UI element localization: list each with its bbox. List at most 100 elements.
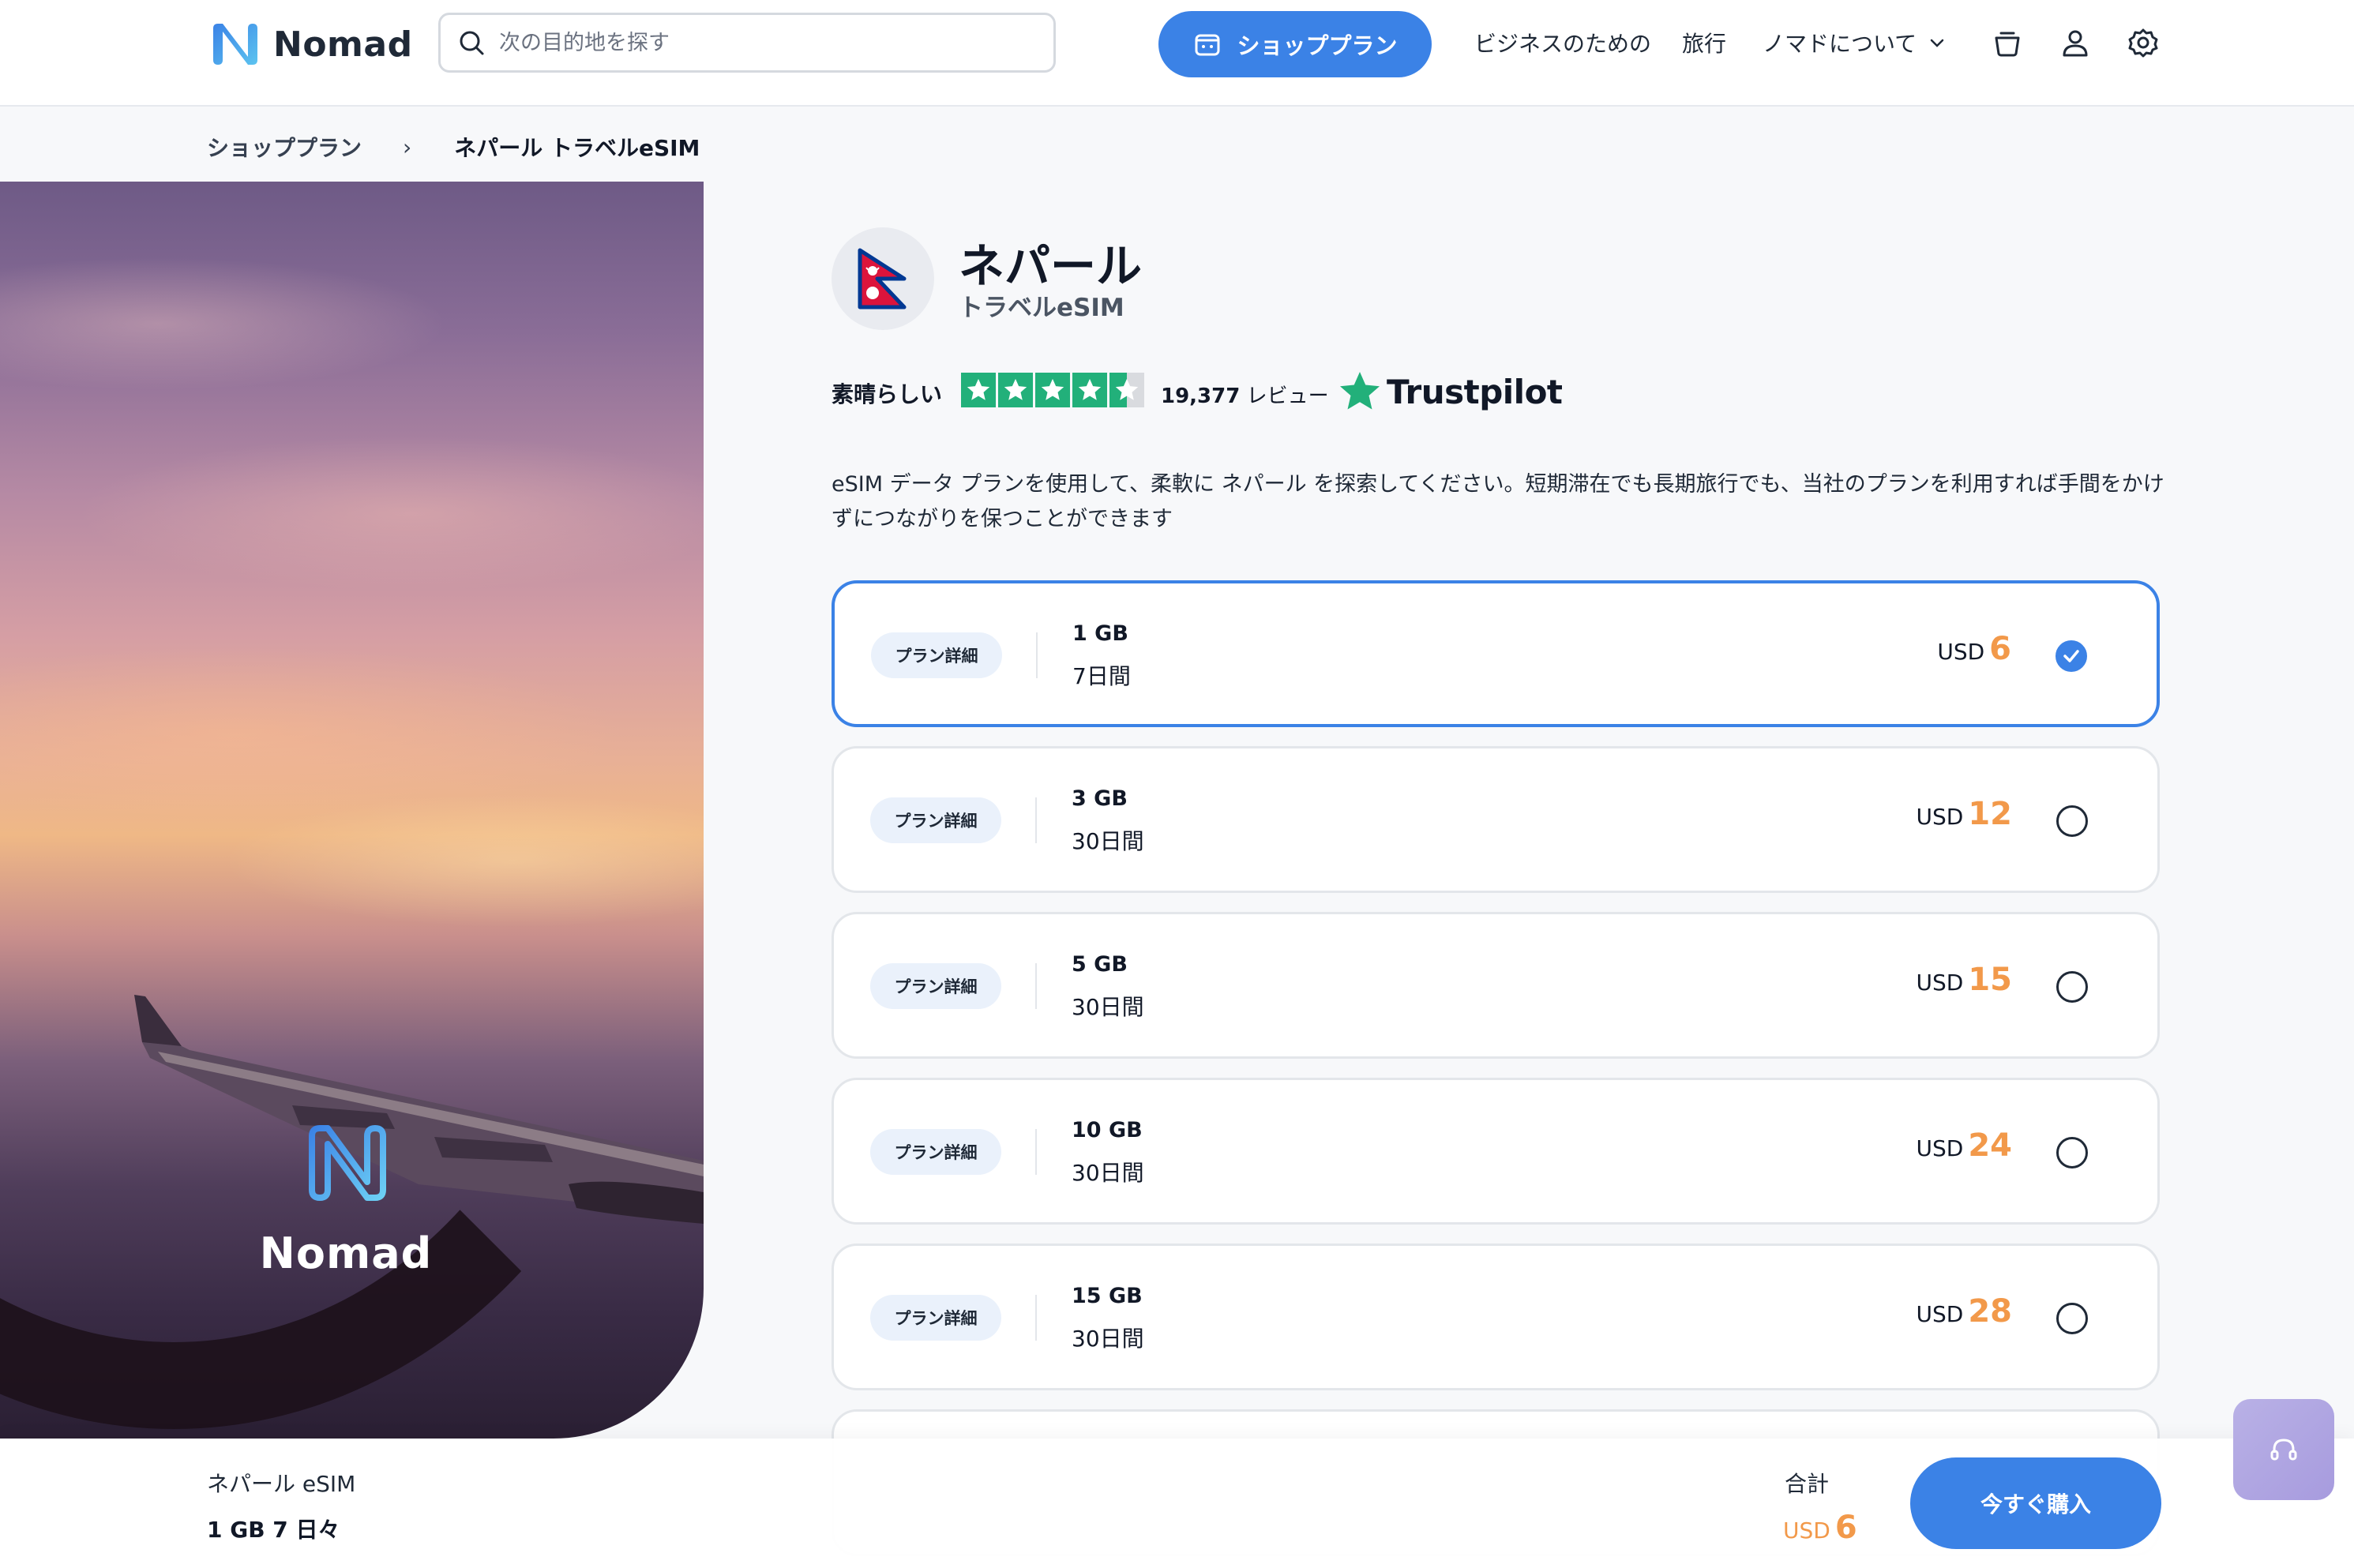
plan-price: USD 6 [1937,631,2011,667]
plan-card[interactable]: プラン詳細 5 GB 30日間 USD 15 [832,912,2160,1059]
plan-card[interactable]: プラン詳細 10 GB 30日間 USD 24 [832,1078,2160,1225]
plan-currency: USD [1916,1301,1964,1327]
plan-price: USD 12 [1917,796,2013,832]
plan-details-button[interactable]: プラン詳細 [870,963,1001,1009]
plan-details-button[interactable]: プラン詳細 [870,1129,1001,1175]
plan-duration: 30日間 [1072,1160,1144,1186]
breadcrumb: ショッププラン › ネパール トラベルeSIM [207,131,700,163]
plan-currency: USD [1916,970,1964,996]
plan-amount: 15 [1968,962,2012,998]
plan-price: USD 15 [1917,962,2013,998]
plan-amount: 28 [1968,1293,2012,1330]
plan-divider [1035,797,1037,843]
plan-duration: 30日間 [1072,994,1144,1020]
review-number: 19,377 [1161,384,1241,408]
plan-data-amount: 10 GB [1072,1118,1143,1142]
nav-about[interactable]: ノマドについて [1763,27,1947,58]
plan-price: USD 24 [1917,1127,2013,1164]
shop-plans-button[interactable]: ショッププラン [1158,11,1432,77]
plan-divider [1035,1295,1037,1341]
nomad-logo-icon [309,1125,386,1201]
plan-duration: 7日間 [1072,663,1131,689]
half-star-icon [1109,373,1144,407]
search-box[interactable] [438,13,1056,73]
rating-label: 素晴らしい [832,381,943,407]
top-header: Nomad ショッププラン ビジネスのための 旅行 ノマドについて [0,0,2354,107]
star-icon [1072,373,1107,407]
product-description: eSIM データ プランを使用して、柔軟に ネパール を探索してください。短期滞… [832,472,2164,531]
plan-card[interactable]: プラン詳細 1 GB 7日間 USD 6 [832,580,2160,727]
plan-card[interactable]: プラン詳細 15 GB 30日間 USD 28 [832,1244,2160,1390]
plan-radio[interactable] [2056,805,2088,837]
plan-duration: 30日間 [1072,1326,1144,1352]
plan-divider [1035,1129,1037,1175]
airplane-wing [134,995,704,1224]
plan-data-amount: 1 GB [1072,621,1128,646]
country-subtitle: トラベルeSIM [959,294,1124,322]
plan-details-button[interactable]: プラン詳細 [871,632,1002,678]
plan-currency: USD [1916,1135,1964,1161]
star-icon [998,373,1033,407]
trustpilot-logo[interactable]: Trustpilot [1336,368,1563,415]
summary-product-name: ネパール eSIM [207,1471,356,1497]
shop-plans-label: ショッププラン [1237,32,1398,59]
support-chat-button[interactable] [2233,1399,2334,1500]
brand-name: Nomad [273,24,413,65]
hero-brand-name: Nomad [259,1229,433,1278]
nepal-flag-icon [858,248,907,309]
nomad-logo[interactable]: Nomad [207,21,413,68]
plan-data-amount: 15 GB [1072,1284,1143,1308]
nav-travel[interactable]: 旅行 [1682,27,1726,58]
total-currency: USD [1783,1517,1830,1544]
breadcrumb-shop-plans[interactable]: ショッププラン [207,131,362,163]
plan-currency: USD [1937,639,1985,665]
trustpilot-stars [961,373,1147,407]
gear-icon[interactable] [2127,27,2159,58]
store-icon [1195,34,1220,56]
review-count[interactable]: 19,377 レビュー [1161,380,1329,409]
plan-amount: 12 [1968,796,2012,832]
plan-duration: 30日間 [1072,828,1144,854]
plan-amount: 24 [1968,1127,2012,1164]
plan-currency: USD [1916,804,1964,830]
plan-details-button[interactable]: プラン詳細 [870,1295,1001,1341]
check-icon [2063,650,2079,662]
summary-plan: 1 GB 7 日々 [207,1517,340,1543]
nav-business[interactable]: ビジネスのための [1474,27,1651,58]
total-amount: 6 [1834,1510,1857,1546]
plan-radio[interactable] [2056,1303,2088,1334]
plan-divider [1036,632,1038,678]
checkout-bar: ネパール eSIM 1 GB 7 日々 合計 USD 6 今すぐ購入 [0,1439,2354,1568]
star-icon [961,373,996,407]
search-icon [460,31,484,55]
headset-icon [2270,1439,2297,1461]
breadcrumb-separator: › [403,133,412,160]
star-icon [1035,373,1070,407]
plan-radio[interactable] [2056,971,2088,1003]
trustpilot-text: Trustpilot [1387,372,1563,411]
breadcrumb-current: ネパール トラベルeSIM [454,135,700,161]
user-icon[interactable] [2059,27,2091,58]
plan-amount: 6 [1989,631,2011,667]
search-input[interactable] [497,29,1014,56]
plan-data-amount: 5 GB [1072,952,1128,977]
nav-about-label: ノマドについて [1763,31,1917,57]
buy-now-button[interactable]: 今すぐ購入 [1910,1457,2161,1549]
cart-icon[interactable] [1992,27,2023,58]
trustpilot-star-icon [1340,372,1380,410]
plan-details-button[interactable]: プラン詳細 [870,797,1001,843]
plan-card[interactable]: プラン詳細 3 GB 30日間 USD 12 [832,746,2160,893]
nepal-flag [832,227,934,330]
chevron-down-icon [1930,39,1944,47]
plan-data-amount: 3 GB [1072,786,1128,811]
total-label: 合計 [1785,1471,1830,1497]
total-price: USD 6 [1783,1510,1857,1546]
plan-radio-checked[interactable] [2056,640,2087,672]
review-suffix: レビュー [1246,384,1329,408]
plan-price: USD 28 [1917,1293,2013,1330]
nomad-logo-icon [213,24,257,65]
plan-radio[interactable] [2056,1137,2088,1168]
plan-divider [1035,963,1037,1009]
hero-image: Nomad [0,182,704,1439]
country-title: ネパール [959,239,1143,293]
